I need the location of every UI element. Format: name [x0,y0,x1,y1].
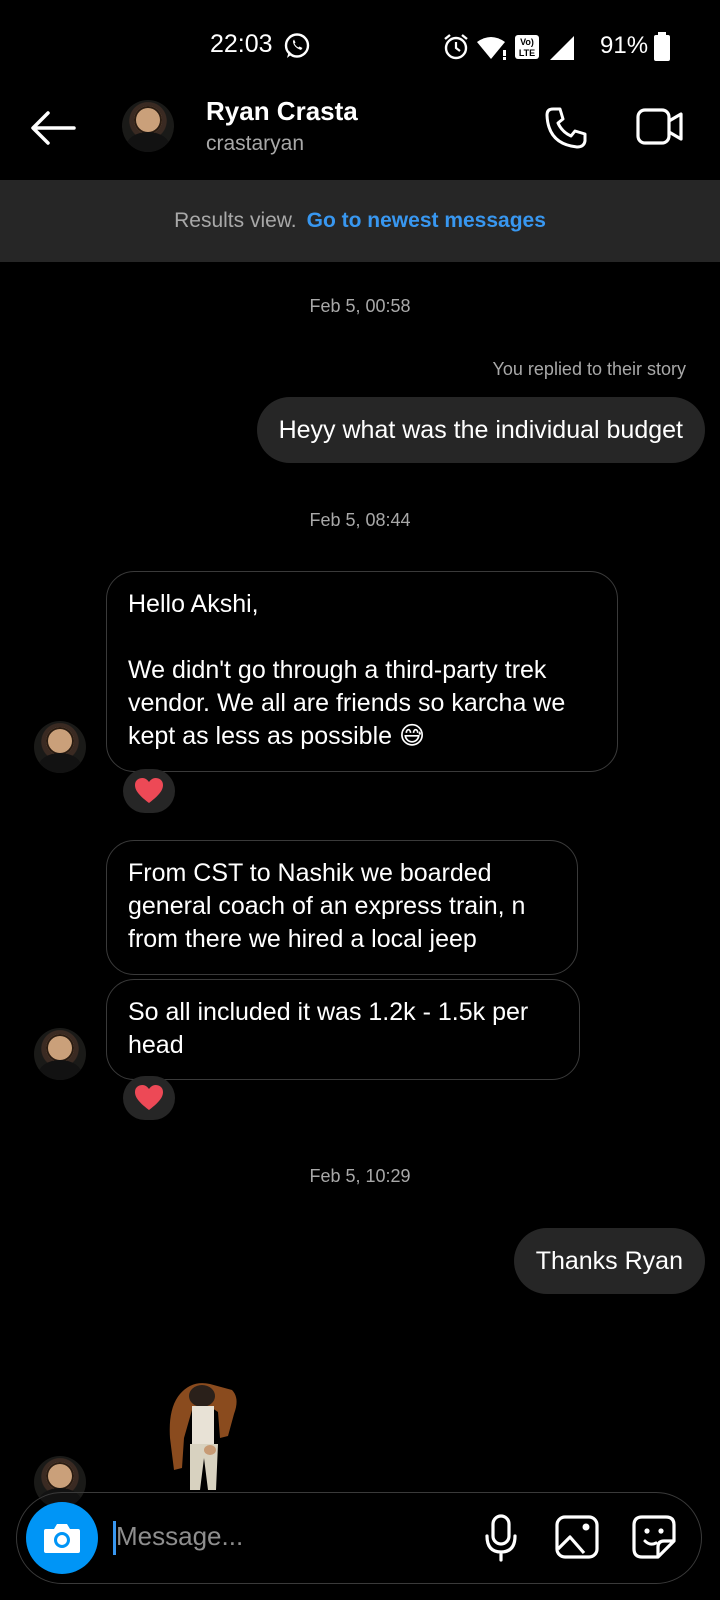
outgoing-message[interactable]: Thanks Ryan [513,1228,705,1294]
timestamp: Feb 5, 00:58 [309,296,411,316]
message-text: We didn't go through a third-party trek … [128,656,566,750]
timestamp: Feb 5, 10:29 [309,1166,411,1186]
video-call-icon[interactable] [636,106,684,148]
svg-text:Vo): Vo) [520,37,534,47]
results-view-label: Results view. [174,209,297,232]
message-text: Hello Akshi, [128,590,259,618]
camera-icon [44,1524,80,1553]
heart-icon [135,778,163,803]
incoming-message[interactable]: So all included it was 1.2k - 1.5k per h… [106,979,580,1080]
phone-icon[interactable] [544,106,588,150]
battery-percent: 91% [600,32,649,59]
go-to-newest-link[interactable]: Go to newest messages [307,209,546,233]
microphone-icon[interactable] [484,1514,518,1562]
incoming-message[interactable]: Hello Akshi, We didn't go through a thir… [106,571,618,772]
message-input[interactable]: Message... [116,1521,243,1552]
sender-avatar[interactable] [34,721,86,773]
results-view-bar: Results view. Go to newest messages [0,180,720,262]
sender-avatar[interactable] [34,1028,86,1080]
contact-name[interactable]: Ryan Crasta [206,96,358,127]
reaction-badge[interactable] [123,1076,175,1120]
bowing-person-sticker[interactable] [162,1378,244,1492]
gallery-icon[interactable] [555,1515,599,1559]
battery-icon [654,32,670,61]
alarm-icon [444,34,468,60]
reaction-badge[interactable] [123,769,175,813]
incoming-message[interactable]: From CST to Nashik we boarded general co… [106,840,578,975]
header-avatar[interactable] [122,100,174,152]
back-arrow-icon[interactable] [30,110,76,146]
volte-icon: Vo) LTE [515,35,539,59]
whatsapp-icon [284,33,310,58]
outgoing-message[interactable]: Heyy what was the individual budget [256,397,705,463]
sticker-icon[interactable] [632,1515,676,1559]
camera-button[interactable] [26,1502,98,1574]
contact-username[interactable]: crastaryan [206,132,304,156]
signal-icon [550,36,574,60]
timestamp: Feb 5, 08:44 [309,510,411,530]
story-reply-note: You replied to their story [492,359,686,379]
wifi-icon [477,37,506,60]
heart-icon [135,1085,163,1110]
svg-text:LTE: LTE [519,48,535,58]
status-time: 22:03 [210,30,273,58]
